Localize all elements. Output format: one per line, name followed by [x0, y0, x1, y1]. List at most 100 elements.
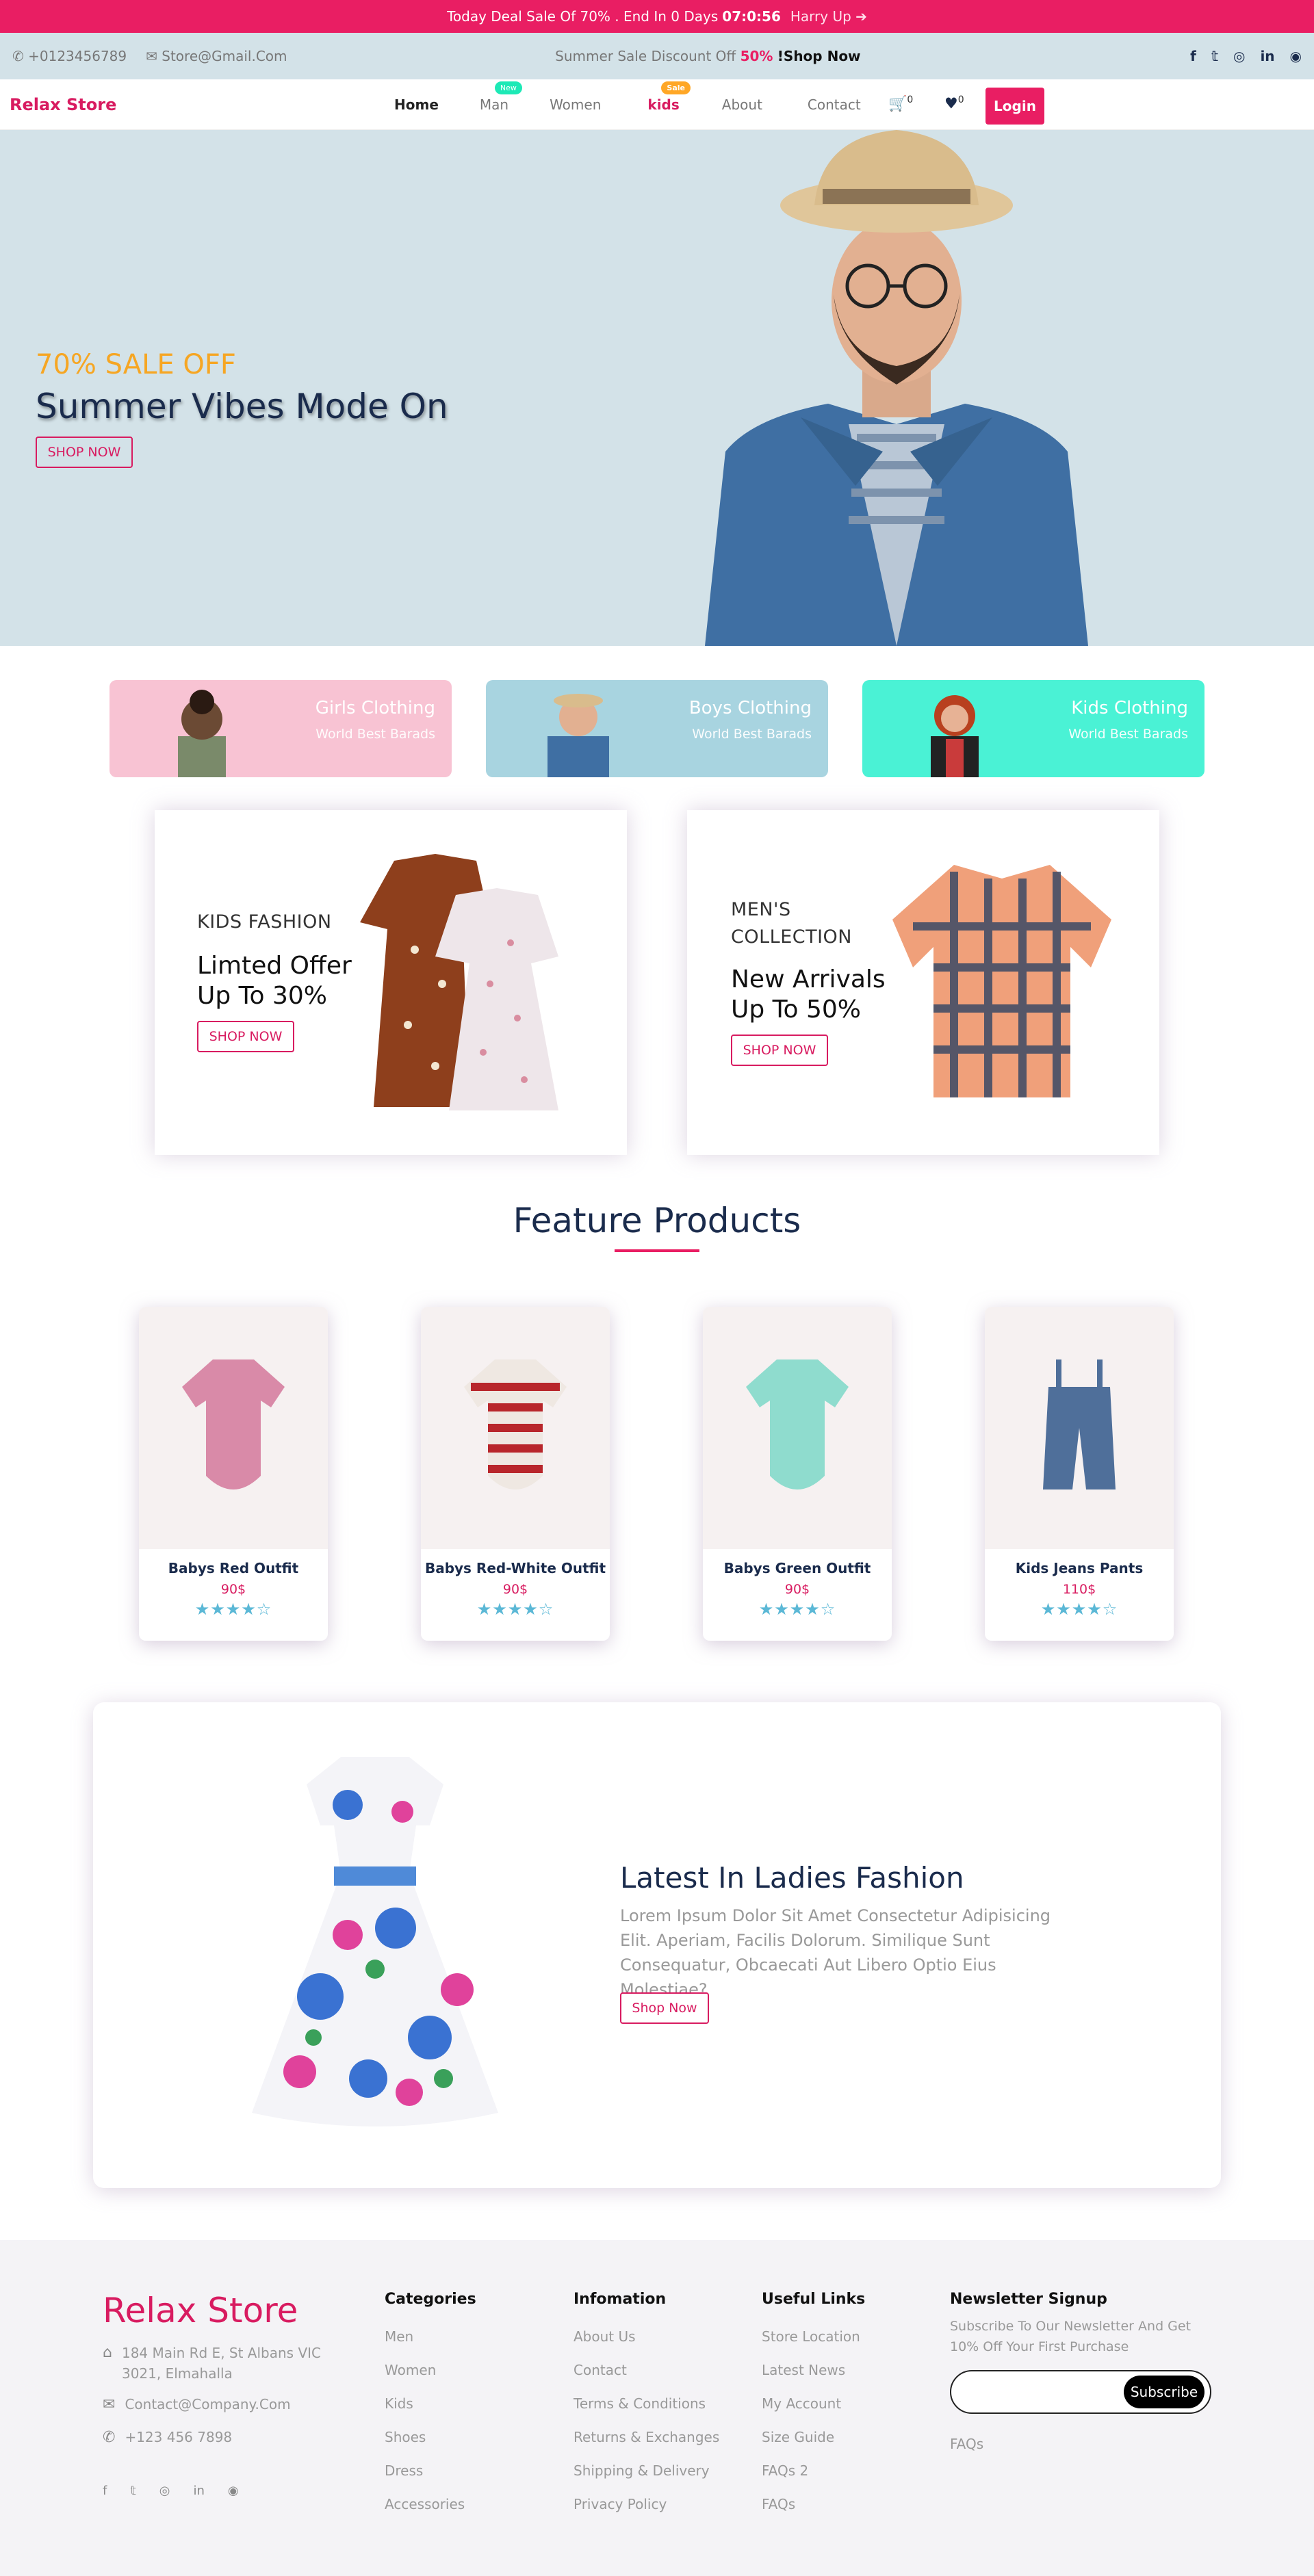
floral-dress-image — [252, 1757, 498, 2126]
instagram-icon[interactable]: ◎ — [1233, 48, 1245, 64]
new-badge: New — [494, 81, 522, 94]
nav-women[interactable]: Women — [550, 96, 601, 113]
hero-shop-button[interactable]: SHOP NOW — [36, 437, 133, 468]
category-subtitle: World Best Barads — [1068, 727, 1188, 742]
rating-stars: ★★★★☆ — [476, 1600, 554, 1619]
login-button[interactable]: Login — [985, 88, 1044, 125]
product-name: Kids Jeans Pants — [1015, 1560, 1144, 1576]
promo-kids-fashion: KIDS FASHION Limted Offer Up To 30% SHOP … — [155, 810, 627, 1155]
phone-info: ✆ +0123456789 — [12, 48, 127, 64]
nav-man[interactable]: Man New — [480, 81, 522, 113]
green-onesie-image — [746, 1359, 849, 1489]
hero-banner: 70% SALE OFF Summer Vibes Mode On SHOP N… — [0, 130, 1314, 646]
footer-faq-link[interactable]: FAQs — [950, 2436, 983, 2452]
nav-about[interactable]: About — [722, 96, 762, 113]
main-nav: Relax Store Home Man New Women kids Sale A… — [0, 79, 1314, 130]
product-card[interactable]: Kids Jeans Pants 110$ ★★★★☆ — [985, 1307, 1174, 1641]
promo-text: Summer Sale Discount Off 50% !Shop Now — [555, 48, 861, 64]
category-title: Boys Clothing — [688, 698, 812, 718]
phone-icon: ✆ — [12, 48, 24, 64]
product-card[interactable]: Babys Green Outfit 90$ ★★★★☆ — [703, 1307, 892, 1641]
footer-brand: Relax Store — [103, 2291, 298, 2330]
facebook-icon[interactable]: f — [1190, 48, 1196, 64]
striped-onesie-image — [464, 1359, 567, 1489]
footer-link[interactable]: Size Guide — [762, 2429, 865, 2445]
product-card[interactable]: Babys Red Outfit 90$ ★★★★☆ — [139, 1307, 328, 1641]
promo-title: New Arrivals Up To 50% — [731, 965, 886, 1024]
rating-stars: ★★★★☆ — [194, 1600, 272, 1619]
footer-link[interactable]: Latest News — [762, 2362, 865, 2378]
footer-link[interactable]: Shipping & Delivery — [574, 2462, 719, 2479]
footer-email: ✉ Contact@Company.Com — [103, 2396, 291, 2413]
hero-sale-text: 70% SALE OFF — [36, 349, 236, 380]
category-subtitle: World Best Barads — [315, 727, 435, 742]
footer-link[interactable]: Kids — [385, 2395, 476, 2412]
ladies-title: Latest In Ladies Fashion — [620, 1861, 964, 1895]
footer-link[interactable]: Shoes — [385, 2429, 476, 2445]
home-icon: ⌂ — [103, 2344, 112, 2361]
deal-timer: 07:0:56 — [722, 8, 781, 25]
footer-link[interactable]: FAQs 2 — [762, 2462, 865, 2479]
category-boys[interactable]: Boys Clothing World Best Barads — [486, 680, 828, 777]
footer-information: Infomation About Us Contact Terms & Cond… — [574, 2291, 720, 2512]
promo-shop-button[interactable]: SHOP NOW — [197, 1021, 294, 1052]
category-subtitle: World Best Barads — [692, 727, 812, 742]
email-info: ✉ Store@Gmail.Com — [146, 48, 287, 64]
footer-link[interactable]: Dress — [385, 2462, 476, 2479]
footer-address: ⌂ 184 Main Rd E, St Albans VIC 3021, Elma… — [103, 2343, 363, 2384]
footer-link[interactable]: About Us — [574, 2328, 719, 2345]
footer-link[interactable]: Contact — [574, 2362, 719, 2378]
category-girls[interactable]: Girls Clothing World Best Barads — [110, 680, 452, 777]
hero-model-image — [705, 130, 1088, 646]
kid-model-image — [931, 695, 979, 777]
heart-icon: ♥ — [944, 95, 958, 113]
product-price: 90$ — [784, 1582, 810, 1597]
promo-kicker: KIDS FASHION — [197, 911, 332, 933]
category-row: Girls Clothing World Best Barads Boys Cl… — [110, 680, 1204, 777]
ladies-shop-button[interactable]: Shop Now — [620, 1992, 709, 2024]
facebook-icon[interactable]: f — [103, 2484, 107, 2498]
footer-link[interactable]: Store Location — [762, 2328, 865, 2345]
wishlist-button[interactable]: ♥0 — [944, 94, 964, 112]
github-icon[interactable]: ◉ — [228, 2484, 239, 2498]
footer-link[interactable]: FAQs — [762, 2496, 865, 2512]
promo-title: Limted Offer Up To 30% — [197, 952, 352, 1010]
product-price: 110$ — [1062, 1582, 1096, 1597]
github-icon[interactable]: ◉ — [1290, 48, 1302, 64]
nav-kids[interactable]: kids Sale — [647, 81, 691, 113]
twitter-icon[interactable]: 𝕥 — [1211, 48, 1218, 64]
footer-link[interactable]: Women — [385, 2362, 476, 2378]
category-kids[interactable]: Kids Clothing World Best Barads — [862, 680, 1204, 777]
linkedin-icon[interactable]: in — [1260, 48, 1274, 64]
mail-icon: ✉ — [146, 48, 157, 64]
footer-phone: ✆ +123 456 7898 — [103, 2429, 233, 2446]
footer-link[interactable]: Accessories — [385, 2496, 476, 2512]
product-price: 90$ — [220, 1582, 246, 1597]
brand-logo[interactable]: Relax Store — [10, 95, 116, 114]
nav-contact[interactable]: Contact — [808, 96, 861, 113]
footer-categories: Categories Men Women Kids Shoes Dress Ac… — [385, 2291, 476, 2512]
product-card[interactable]: Babys Red-White Outfit 90$ ★★★★☆ — [421, 1307, 610, 1641]
nav-home[interactable]: Home — [394, 96, 439, 113]
linkedin-icon[interactable]: in — [193, 2484, 204, 2498]
product-name: Babys Red Outfit — [168, 1560, 299, 1576]
phone-icon: ✆ — [103, 2429, 116, 2446]
footer-link[interactable]: Privacy Policy — [574, 2496, 719, 2512]
subscribe-button[interactable]: Subscribe — [1124, 2376, 1204, 2408]
hero-title: Summer Vibes Mode On — [36, 387, 448, 426]
footer-link[interactable]: Returns & Exchanges — [574, 2429, 719, 2445]
hurry-up-link[interactable]: Harry Up ➔ — [790, 8, 867, 25]
newsletter-email-input[interactable]: Subscribe — [950, 2370, 1211, 2414]
promo-shop-button[interactable]: SHOP NOW — [731, 1035, 828, 1066]
cart-button[interactable]: 🛒0 — [888, 94, 913, 112]
deal-bar: Today Deal Sale Of 70% . End In 0 Days 0… — [0, 0, 1314, 33]
footer-link[interactable]: Men — [385, 2328, 476, 2345]
shop-now-link[interactable]: !Shop Now — [777, 48, 861, 64]
twitter-icon[interactable]: 𝕥 — [130, 2484, 136, 2498]
footer-link[interactable]: Terms & Conditions — [574, 2395, 719, 2412]
info-bar: ✆ +0123456789 ✉ Store@Gmail.Com Summer S… — [0, 33, 1314, 79]
instagram-icon[interactable]: ◎ — [159, 2484, 170, 2498]
pink-onesie-image — [182, 1359, 285, 1489]
ladies-fashion-banner: Latest In Ladies Fashion Lorem Ipsum Dol… — [93, 1702, 1221, 2188]
footer-link[interactable]: My Account — [762, 2395, 865, 2412]
